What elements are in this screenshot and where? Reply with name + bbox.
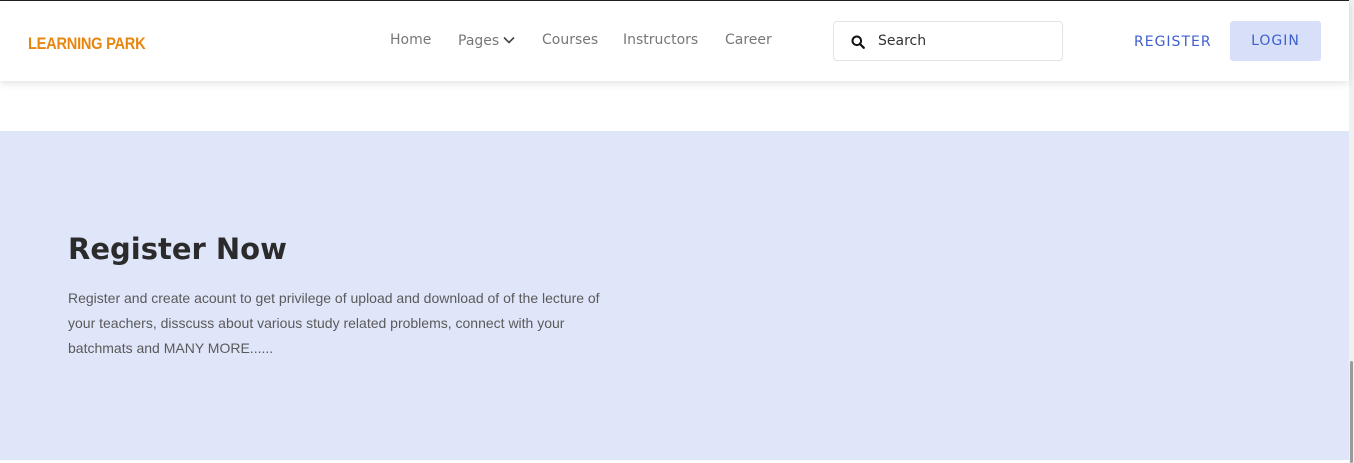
register-title: Register Now bbox=[68, 232, 287, 266]
nav-courses[interactable]: Courses bbox=[542, 32, 598, 48]
chevron-down-icon bbox=[503, 32, 515, 48]
nav-pages-label: Pages bbox=[458, 33, 500, 49]
register-description: Register and create acount to get privil… bbox=[68, 290, 600, 356]
nav-pages[interactable]: Pages bbox=[458, 32, 515, 49]
page-scrollbar[interactable] bbox=[1349, 0, 1354, 463]
search-input[interactable] bbox=[878, 31, 1053, 51]
scrollbar-thumb[interactable] bbox=[1350, 361, 1353, 463]
search-box bbox=[833, 21, 1063, 61]
nav-home[interactable]: Home bbox=[390, 32, 431, 48]
search-icon[interactable] bbox=[851, 35, 865, 54]
nav-career[interactable]: Career bbox=[725, 32, 772, 48]
page: LEARNING PARK Home Pages Courses Instruc… bbox=[0, 0, 1354, 463]
site-logo[interactable]: LEARNING PARK bbox=[28, 34, 146, 54]
nav-instructors[interactable]: Instructors bbox=[623, 32, 698, 48]
site-header: LEARNING PARK Home Pages Courses Instruc… bbox=[0, 1, 1349, 81]
login-button[interactable]: LOGIN bbox=[1230, 21, 1321, 61]
register-link[interactable]: REGISTER bbox=[1134, 34, 1212, 50]
register-section: Register Now Register and create acount … bbox=[0, 131, 1349, 460]
